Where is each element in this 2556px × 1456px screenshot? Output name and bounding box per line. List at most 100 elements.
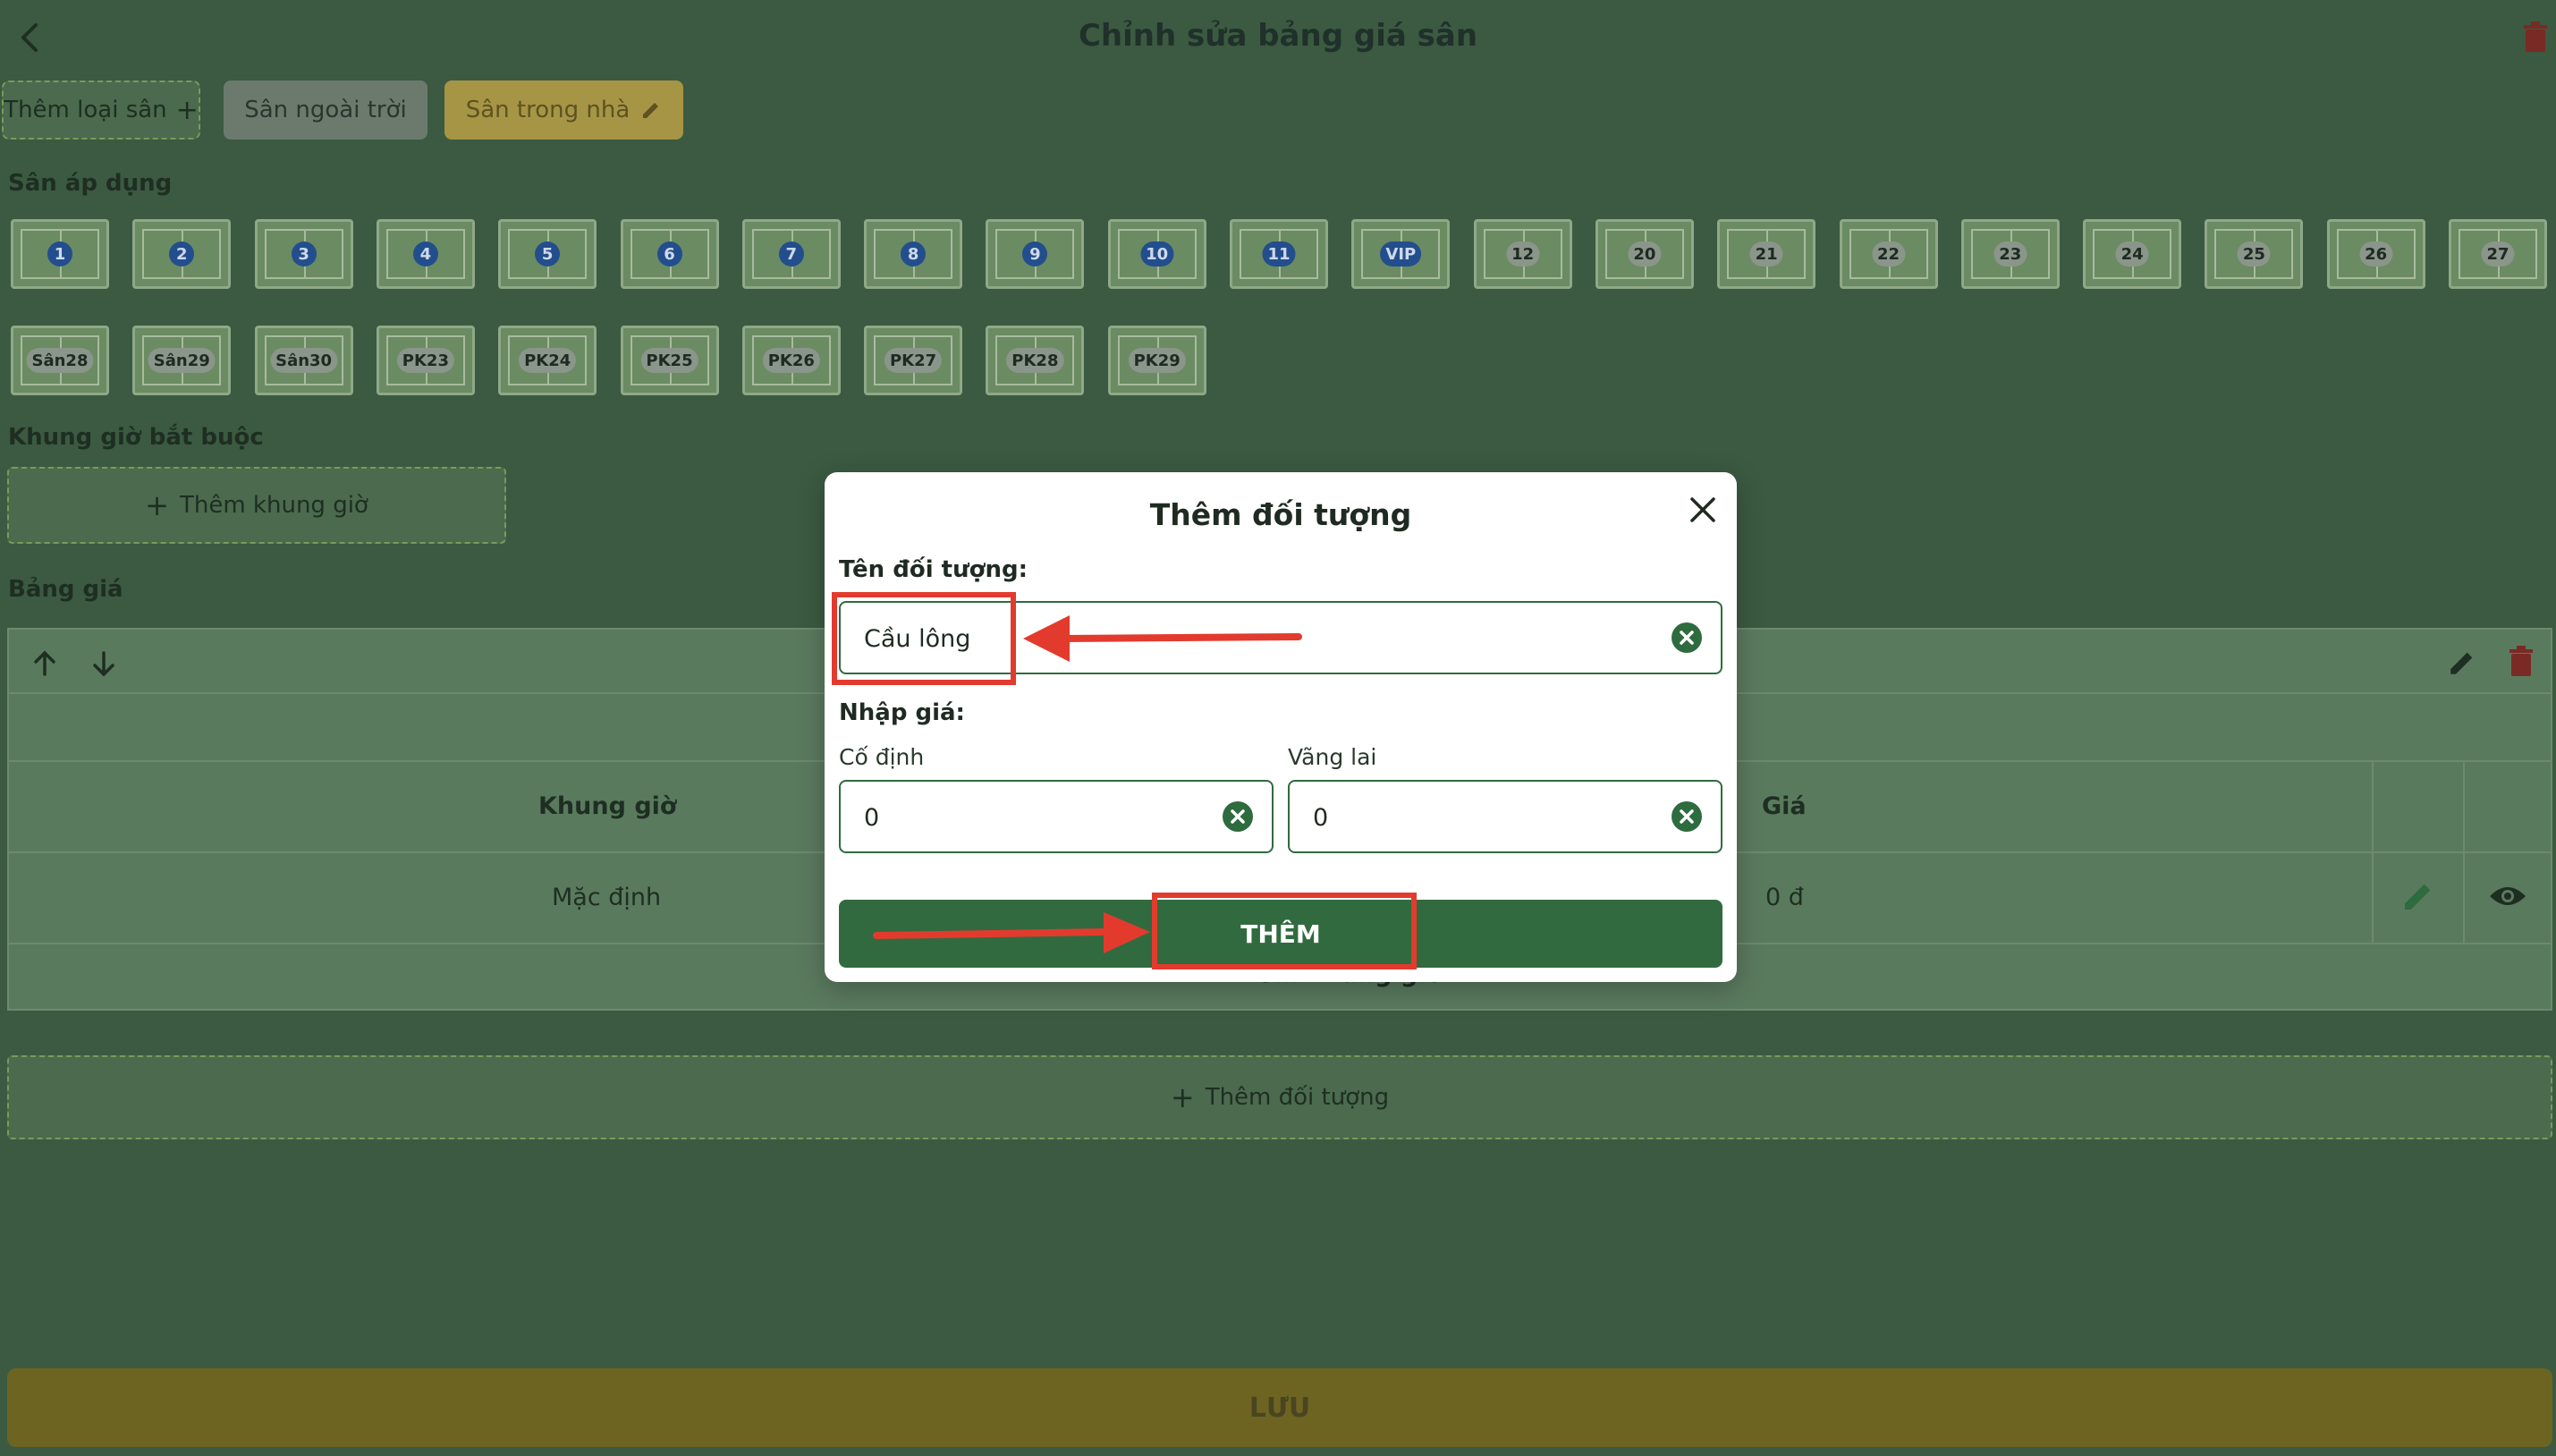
court-number-badge: 7 — [778, 241, 804, 267]
court-number-badge: 26 — [2359, 241, 2393, 267]
court-number-badge: 20 — [1628, 241, 1662, 267]
court-tile[interactable]: PK27 — [864, 326, 963, 395]
court-tile[interactable]: 11 — [1230, 219, 1328, 289]
court-tile[interactable]: Sân29 — [132, 326, 232, 395]
court-tile[interactable]: Sân28 — [11, 326, 109, 395]
dialog-title: Thêm đối tượng — [1149, 497, 1412, 532]
add-timeslot-button[interactable]: + Thêm khung giờ — [7, 467, 506, 544]
annotation-arrow-icon — [873, 912, 1150, 953]
court-number-badge: Sân28 — [26, 348, 94, 373]
add-object-button[interactable]: + Thêm đối tượng — [7, 1055, 2552, 1139]
court-number-badge: 6 — [656, 241, 682, 267]
court-tile[interactable]: 12 — [1473, 219, 1572, 289]
court-tile[interactable]: 2 — [132, 219, 232, 289]
court-tile[interactable]: 9 — [986, 219, 1085, 289]
tab-outdoor-courts[interactable]: Sân ngoài trời — [224, 80, 427, 140]
court-tile[interactable]: 1 — [11, 219, 109, 289]
annotation-arrow-icon — [1023, 615, 1302, 662]
plus-icon: + — [1170, 1080, 1195, 1114]
court-number-badge: 8 — [901, 241, 927, 267]
court-tile[interactable]: 20 — [1595, 219, 1694, 289]
court-tile[interactable]: 27 — [2449, 219, 2547, 289]
court-tile[interactable]: 24 — [2083, 219, 2182, 289]
plus-icon: + — [175, 94, 199, 126]
court-number-badge: Sân30 — [270, 348, 338, 373]
court-number-badge: 1 — [47, 241, 72, 267]
arrow-up-icon[interactable] — [29, 648, 61, 680]
fixed-price-label: Cố định — [839, 744, 925, 770]
courts-section-label: Sân áp dụng — [8, 170, 173, 197]
clear-input-icon[interactable] — [1671, 800, 1703, 833]
delete-icon[interactable] — [2508, 646, 2535, 678]
save-button[interactable]: LƯU — [7, 1368, 2552, 1447]
court-tile[interactable]: PK24 — [498, 326, 597, 395]
court-number-badge: VIP — [1380, 241, 1422, 267]
court-number-badge: Sân29 — [148, 348, 216, 373]
court-tile[interactable]: 6 — [620, 219, 719, 289]
close-icon[interactable] — [1685, 492, 1721, 528]
court-number-badge: 4 — [412, 241, 438, 267]
fixed-price-input[interactable] — [862, 782, 1168, 853]
court-number-badge: 25 — [2237, 241, 2271, 267]
walkin-price-input[interactable] — [1311, 782, 1617, 853]
court-tile[interactable]: 4 — [376, 219, 475, 289]
walkin-price-label: Vãng lai — [1288, 744, 1377, 770]
court-tile[interactable]: 7 — [741, 219, 841, 289]
court-tile[interactable]: 25 — [2205, 219, 2304, 289]
court-tile[interactable]: PK26 — [741, 326, 841, 395]
court-number-badge: 9 — [1022, 241, 1048, 267]
arrow-down-icon[interactable] — [88, 648, 120, 680]
highlight-box — [1152, 893, 1417, 969]
court-number-badge: 24 — [2115, 241, 2149, 267]
court-number-badge: 27 — [2481, 241, 2515, 267]
court-number-badge: PK25 — [640, 348, 698, 373]
fixed-price-field[interactable] — [839, 780, 1274, 853]
clear-input-icon[interactable] — [1222, 800, 1254, 833]
court-tile[interactable]: 3 — [254, 219, 353, 289]
plus-icon: + — [145, 488, 169, 522]
edit-pencil-icon[interactable] — [640, 99, 662, 121]
court-tile[interactable]: 5 — [498, 219, 597, 289]
walkin-price-field[interactable] — [1288, 780, 1722, 853]
court-tile[interactable]: 23 — [1960, 219, 2060, 289]
court-number-badge: 23 — [1993, 241, 2027, 267]
court-number-badge: 2 — [169, 241, 195, 267]
price-label: Nhập giá: — [839, 699, 965, 726]
tab-indoor-label: Sân trong nhà — [465, 97, 631, 123]
add-court-type-button[interactable]: Thêm loại sân + — [2, 80, 200, 140]
add-object-label: Thêm đối tượng — [1205, 1084, 1390, 1111]
court-tile[interactable]: 21 — [1717, 219, 1816, 289]
add-court-type-label: Thêm loại sân — [4, 97, 167, 123]
eye-icon[interactable] — [2488, 882, 2527, 910]
edit-pencil-icon[interactable] — [2400, 878, 2436, 914]
court-number-badge: 22 — [1871, 241, 1906, 267]
page-title: Chỉnh sửa bảng giá sân — [1078, 18, 1478, 54]
court-tile[interactable]: 10 — [1107, 219, 1206, 289]
clear-input-icon[interactable] — [1671, 622, 1703, 654]
court-tile[interactable]: 26 — [2326, 219, 2425, 289]
tab-indoor-courts[interactable]: Sân trong nhà — [444, 80, 683, 140]
edit-pencil-icon[interactable] — [2447, 648, 2477, 678]
row-timeslot-value: Mặc định — [552, 884, 662, 911]
highlight-box — [832, 592, 1016, 685]
court-number-badge: 3 — [291, 241, 317, 267]
court-tile[interactable]: 22 — [1839, 219, 1938, 289]
row-price-value: 0 đ — [1765, 884, 1804, 911]
court-tile[interactable]: PK28 — [986, 326, 1085, 395]
pricing-section-label: Bảng giá — [8, 576, 123, 603]
court-tile[interactable]: PK29 — [1107, 326, 1206, 395]
delete-icon[interactable] — [2522, 21, 2549, 54]
court-number-badge: PK28 — [1006, 348, 1064, 373]
court-tile[interactable]: VIP — [1351, 219, 1451, 289]
divider — [2463, 760, 2465, 943]
court-tile[interactable]: 8 — [864, 219, 963, 289]
divider — [2372, 760, 2374, 943]
court-number-badge: PK26 — [762, 348, 820, 373]
name-label: Tên đối tượng: — [839, 556, 1028, 583]
court-tile[interactable]: PK25 — [620, 326, 719, 395]
timeslot-section-label: Khung giờ bắt buộc — [8, 424, 264, 451]
court-tile[interactable]: PK23 — [376, 326, 475, 395]
court-tile[interactable]: Sân30 — [254, 326, 353, 395]
court-number-badge: PK27 — [884, 348, 943, 373]
add-timeslot-label: Thêm khung giờ — [179, 492, 368, 519]
